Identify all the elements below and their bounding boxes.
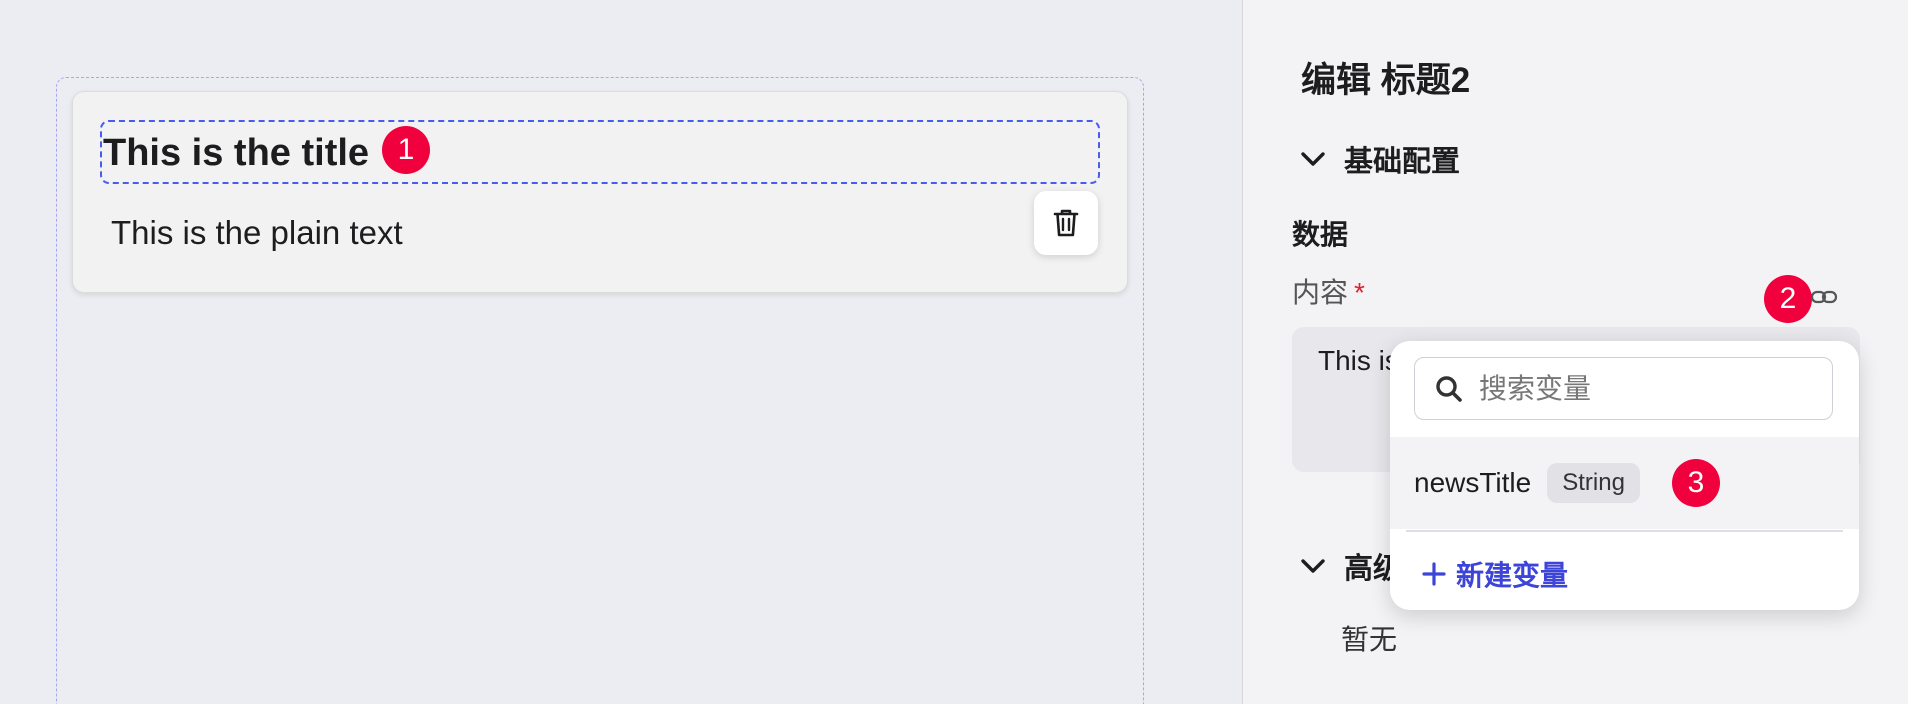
content-label-text: 内容 [1292, 277, 1349, 308]
plus-icon [1422, 562, 1446, 586]
data-group-label: 数据 [1292, 219, 1349, 250]
panel-title: 编辑 标题2 [1301, 61, 1471, 100]
editor-canvas: This is the title 1 This is the plain te… [0, 0, 1242, 704]
search-icon [1436, 375, 1462, 402]
advanced-config-section-toggle[interactable]: 高级 [1300, 545, 1402, 587]
chevron-down-icon [1301, 152, 1325, 166]
chevron-down-icon [1301, 559, 1325, 573]
link-variable-icon[interactable] [1810, 286, 1838, 308]
new-variable-button[interactable]: 新建变量 [1422, 554, 1568, 594]
basic-config-section-toggle[interactable]: 基础配置 [1300, 138, 1460, 180]
step-badge-3: 3 [1672, 459, 1720, 507]
variable-search-box[interactable] [1414, 357, 1833, 420]
variable-type-tag: String [1547, 463, 1640, 503]
content-field-label: 内容 * [1292, 271, 1365, 311]
new-variable-label: 新建变量 [1456, 560, 1569, 591]
step-badge-1: 1 [382, 126, 430, 174]
popover-divider [1406, 530, 1843, 532]
variable-search-input[interactable] [1479, 372, 1809, 405]
variable-name: newsTitle [1414, 467, 1532, 498]
step-badge-2: 2 [1764, 275, 1812, 323]
delete-button[interactable] [1034, 191, 1098, 255]
plain-text-block[interactable]: This is the plain text [111, 213, 403, 253]
basic-config-label: 基础配置 [1344, 146, 1461, 178]
title-heading[interactable]: This is the title [103, 131, 369, 175]
variable-picker-popover: newsTitle String 新建变量 [1390, 341, 1859, 610]
variable-option[interactable]: newsTitle String [1390, 437, 1859, 529]
trash-icon [1053, 209, 1079, 237]
required-mark: * [1354, 277, 1365, 308]
empty-state-text: 暂无 [1341, 624, 1398, 655]
